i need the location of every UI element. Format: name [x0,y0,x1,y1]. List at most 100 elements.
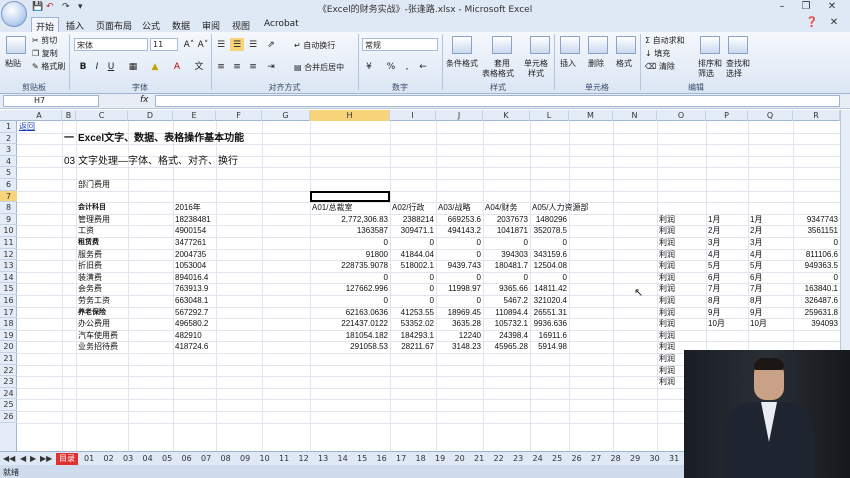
row-header-18[interactable]: 18 [0,318,17,330]
tab-formulas[interactable]: 公式 [138,17,164,32]
column-header-N[interactable]: N [613,110,657,121]
sheet-tab-30[interactable]: 30 [650,453,660,465]
name-box[interactable]: H7 [3,95,99,107]
help-icon[interactable]: ❓ [800,17,824,28]
table-format-icon[interactable] [492,36,512,54]
paste-button[interactable]: 粘贴 [5,58,21,69]
number-format-dropdown[interactable]: 常规 [362,38,438,51]
delete-cells-button[interactable]: 删除 [588,58,604,69]
column-header-G[interactable]: G [262,110,310,121]
format-cells-button[interactable]: 格式 [616,58,632,69]
tab-insert[interactable]: 插入 [62,17,88,32]
row-header-15[interactable]: 15 [0,283,17,295]
sheet-tab-12[interactable]: 12 [299,453,309,465]
sheet-tab-15[interactable]: 15 [357,453,367,465]
find-select-icon[interactable] [728,36,748,54]
first-sheet-icon[interactable]: ◀◀ [3,453,15,465]
row-header-22[interactable]: 22 [0,365,17,377]
italic-button[interactable]: I [90,60,104,73]
column-header-I[interactable]: I [390,110,436,121]
cut-button[interactable]: ✂ 剪切 [32,35,57,46]
align-left-icon[interactable]: ≡ [214,60,228,73]
sheet-tab-24[interactable]: 24 [533,453,543,465]
restore-icon[interactable]: ❐ [794,1,818,12]
close-icon[interactable]: ✕ [820,1,844,12]
sort-label2[interactable]: 筛选 [698,68,714,79]
sort-filter-icon[interactable] [700,36,720,54]
column-header-J[interactable]: J [436,110,483,121]
row-header-2[interactable]: 2 [0,133,17,145]
row-header-17[interactable]: 17 [0,307,17,319]
cell-style-icon[interactable] [530,36,550,54]
formula-input[interactable] [155,95,840,107]
sheet-tab-05[interactable]: 05 [162,453,172,465]
paste-icon[interactable] [6,36,26,54]
conditional-format-button[interactable]: 条件格式 [446,58,478,69]
column-header-M[interactable]: M [569,110,613,121]
column-header-P[interactable]: P [706,110,748,121]
row-header-9[interactable]: 9 [0,214,17,226]
font-color-icon[interactable]: A [170,60,184,73]
row-header-19[interactable]: 19 [0,330,17,342]
sheet-tab-04[interactable]: 04 [143,453,153,465]
shrink-font-icon[interactable]: A˅ [196,38,210,51]
indent-icon[interactable]: ⇥ [264,60,278,73]
bold-button[interactable]: B [76,60,90,73]
qat-dropdown-icon[interactable]: ▾ [78,2,83,12]
row-header-20[interactable]: 20 [0,341,17,353]
insert-cells-icon[interactable] [560,36,580,54]
back-link[interactable]: 返回 [19,121,35,132]
sheet-tab-11[interactable]: 11 [279,453,289,465]
sheet-tab-23[interactable]: 23 [513,453,523,465]
row-header-25[interactable]: 25 [0,399,17,411]
column-header-A[interactable]: A [17,110,62,121]
insert-cells-button[interactable]: 插入 [560,58,576,69]
row-header-24[interactable]: 24 [0,388,17,400]
column-header-K[interactable]: K [483,110,530,121]
fill-button[interactable]: ↓ 填充 [645,48,670,59]
comma-button[interactable]: , [400,60,414,73]
last-sheet-icon[interactable]: ▶▶ [40,453,52,465]
row-header-10[interactable]: 10 [0,225,17,237]
sheet-tab-14[interactable]: 14 [338,453,348,465]
sheet-tab-17[interactable]: 17 [396,453,406,465]
autosum-button[interactable]: Σ 自动求和 [645,35,685,46]
align-middle-icon[interactable]: ☰ [230,38,244,51]
row-header-26[interactable]: 26 [0,411,17,423]
tab-view[interactable]: 视图 [228,17,254,32]
column-header-O[interactable]: O [657,110,706,121]
grow-font-icon[interactable]: A˄ [182,38,196,51]
font-name-dropdown[interactable]: 宋体 [74,38,148,51]
clear-button[interactable]: ⌫ 清除 [645,61,675,72]
column-header-F[interactable]: F [216,110,262,121]
column-header-B[interactable]: B [62,110,76,121]
column-header-L[interactable]: L [530,110,569,121]
sheet-tab-16[interactable]: 16 [377,453,387,465]
row-header-13[interactable]: 13 [0,260,17,272]
row-header-3[interactable]: 3 [0,144,17,156]
minimize-icon[interactable]: – [770,1,794,12]
row-header-21[interactable]: 21 [0,353,17,365]
sheet-tab-index[interactable]: 目录 [56,453,78,465]
sheet-tab-13[interactable]: 13 [318,453,328,465]
row-header-4[interactable]: 4 [0,156,17,168]
row-header-6[interactable]: 6 [0,179,17,191]
undo-icon[interactable]: ↶ [46,2,54,12]
underline-button[interactable]: U [104,60,118,73]
row-header-23[interactable]: 23 [0,376,17,388]
selected-cell[interactable] [310,190,390,203]
table-format-label2[interactable]: 表格格式 [482,68,514,79]
tab-home[interactable]: 开始 [31,17,60,33]
phonetic-icon[interactable]: 文 [192,60,206,73]
orientation-icon[interactable]: ⇗ [264,38,278,51]
align-bottom-icon[interactable]: ☰ [246,38,260,51]
sheet-tab-01[interactable]: 01 [84,453,94,465]
delete-cells-icon[interactable] [588,36,608,54]
sheet-tab-02[interactable]: 02 [104,453,114,465]
fx-icon[interactable]: fx [140,95,149,105]
row-header-12[interactable]: 12 [0,249,17,261]
copy-button[interactable]: ❐ 复制 [32,48,58,59]
sheet-tab-10[interactable]: 10 [260,453,270,465]
sheet-tab-26[interactable]: 26 [572,453,582,465]
sheet-tab-07[interactable]: 07 [201,453,211,465]
